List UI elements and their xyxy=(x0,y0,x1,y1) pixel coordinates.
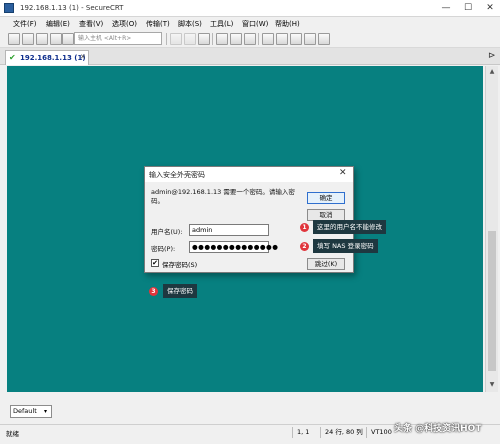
session-tab-label: 192.168.1.13 (1) xyxy=(20,54,86,62)
toolbar-separator xyxy=(212,33,213,45)
password-field[interactable]: ●●●●●●●●●●●●●● xyxy=(189,241,278,253)
log-session-icon[interactable] xyxy=(244,33,256,45)
global-options-icon[interactable] xyxy=(276,33,288,45)
menu-file[interactable]: 文件(F) xyxy=(13,18,37,30)
disconnect-icon[interactable] xyxy=(62,33,74,45)
save-password-checkbox[interactable]: ✔ xyxy=(151,259,159,267)
reconnect-icon[interactable] xyxy=(50,33,62,45)
quick-connect-icon[interactable] xyxy=(22,33,34,45)
terminal-scrollbar[interactable]: ▲ ▼ xyxy=(485,66,498,392)
session-tab[interactable]: ✔ 192.168.1.13 (1) ✕ xyxy=(5,50,89,65)
username-field[interactable]: admin xyxy=(189,224,269,236)
cursor-position: 1, 1 xyxy=(292,427,318,438)
annotation-2-number: 2 xyxy=(300,242,309,251)
scroll-down-arrow-icon[interactable]: ▼ xyxy=(486,381,498,388)
scroll-up-arrow-icon[interactable]: ▲ xyxy=(486,68,498,75)
connect-icon[interactable] xyxy=(8,33,20,45)
minimize-button[interactable]: — xyxy=(436,0,456,17)
help-icon[interactable] xyxy=(318,33,330,45)
session-select-value: Default xyxy=(13,407,37,415)
username-label: 用户名(U): xyxy=(151,228,183,236)
sftp-icon[interactable] xyxy=(304,33,316,45)
scrollbar-thumb[interactable] xyxy=(488,231,496,371)
watermark: 头条 @科技资讯HOT xyxy=(394,424,482,434)
terminal-type: VT100 xyxy=(366,427,396,438)
connect-in-tab-icon[interactable] xyxy=(36,33,48,45)
print-icon[interactable] xyxy=(216,33,228,45)
status-text: 就绪 xyxy=(6,430,19,438)
toolbar-separator xyxy=(258,33,259,45)
command-bar xyxy=(0,402,500,420)
ok-button[interactable]: 确定 xyxy=(307,192,345,204)
session-select[interactable]: Default ▾ xyxy=(10,405,52,418)
menu-help[interactable]: 帮助(H) xyxy=(275,18,300,30)
menu-script[interactable]: 脚本(S) xyxy=(178,18,202,30)
menu-edit[interactable]: 编辑(E) xyxy=(46,18,70,30)
menu-view[interactable]: 查看(V) xyxy=(79,18,103,30)
session-options-icon[interactable] xyxy=(262,33,274,45)
dialog-title: 输入安全外壳密码 xyxy=(149,171,205,179)
annotation-2-text: 填写 NAS 登录密码 xyxy=(313,239,378,253)
securecrt-app-icon xyxy=(4,3,14,13)
tab-menu-icon[interactable]: ⊳ xyxy=(488,51,496,61)
toolbar-separator xyxy=(166,33,167,45)
menu-transfer[interactable]: 传输(T) xyxy=(146,18,170,30)
connected-check-icon: ✔ xyxy=(9,53,16,62)
dialog-message: admin@192.168.1.13 需要一个密码。请输入密码。 xyxy=(151,188,295,205)
annotation-3-number: 3 xyxy=(149,287,158,296)
save-password-label[interactable]: 保存密码(S) xyxy=(162,259,197,269)
keymap-icon[interactable] xyxy=(290,33,302,45)
dialog-close-icon[interactable]: ✕ xyxy=(339,168,347,178)
annotation-1-number: 1 xyxy=(300,223,309,232)
menu-window[interactable]: 窗口(W) xyxy=(242,18,268,30)
quick-connect-input[interactable]: 输入主机 <Alt+R> xyxy=(74,32,162,45)
print-setup-icon[interactable] xyxy=(230,33,242,45)
paste-icon[interactable] xyxy=(184,33,196,45)
skip-button[interactable]: 跳过(K) xyxy=(307,258,345,270)
find-icon[interactable] xyxy=(198,33,210,45)
annotation-3-text: 保存密码 xyxy=(163,284,197,298)
menu-options[interactable]: 选项(O) xyxy=(112,18,137,30)
close-window-button[interactable]: ✕ xyxy=(480,0,500,17)
annotation-1-text: 这里的用户名不能修改 xyxy=(313,220,386,234)
maximize-button[interactable]: ☐ xyxy=(458,0,478,17)
copy-icon[interactable] xyxy=(170,33,182,45)
menu-tools[interactable]: 工具(L) xyxy=(210,18,233,30)
terminal-size: 24 行, 80 列 xyxy=(320,427,364,438)
close-tab-icon[interactable]: ✕ xyxy=(80,53,86,61)
window-title: 192.168.1.13 (1) - SecureCRT xyxy=(20,4,124,12)
chevron-down-icon[interactable]: ▾ xyxy=(44,406,47,417)
password-label: 密码(P): xyxy=(151,245,176,253)
